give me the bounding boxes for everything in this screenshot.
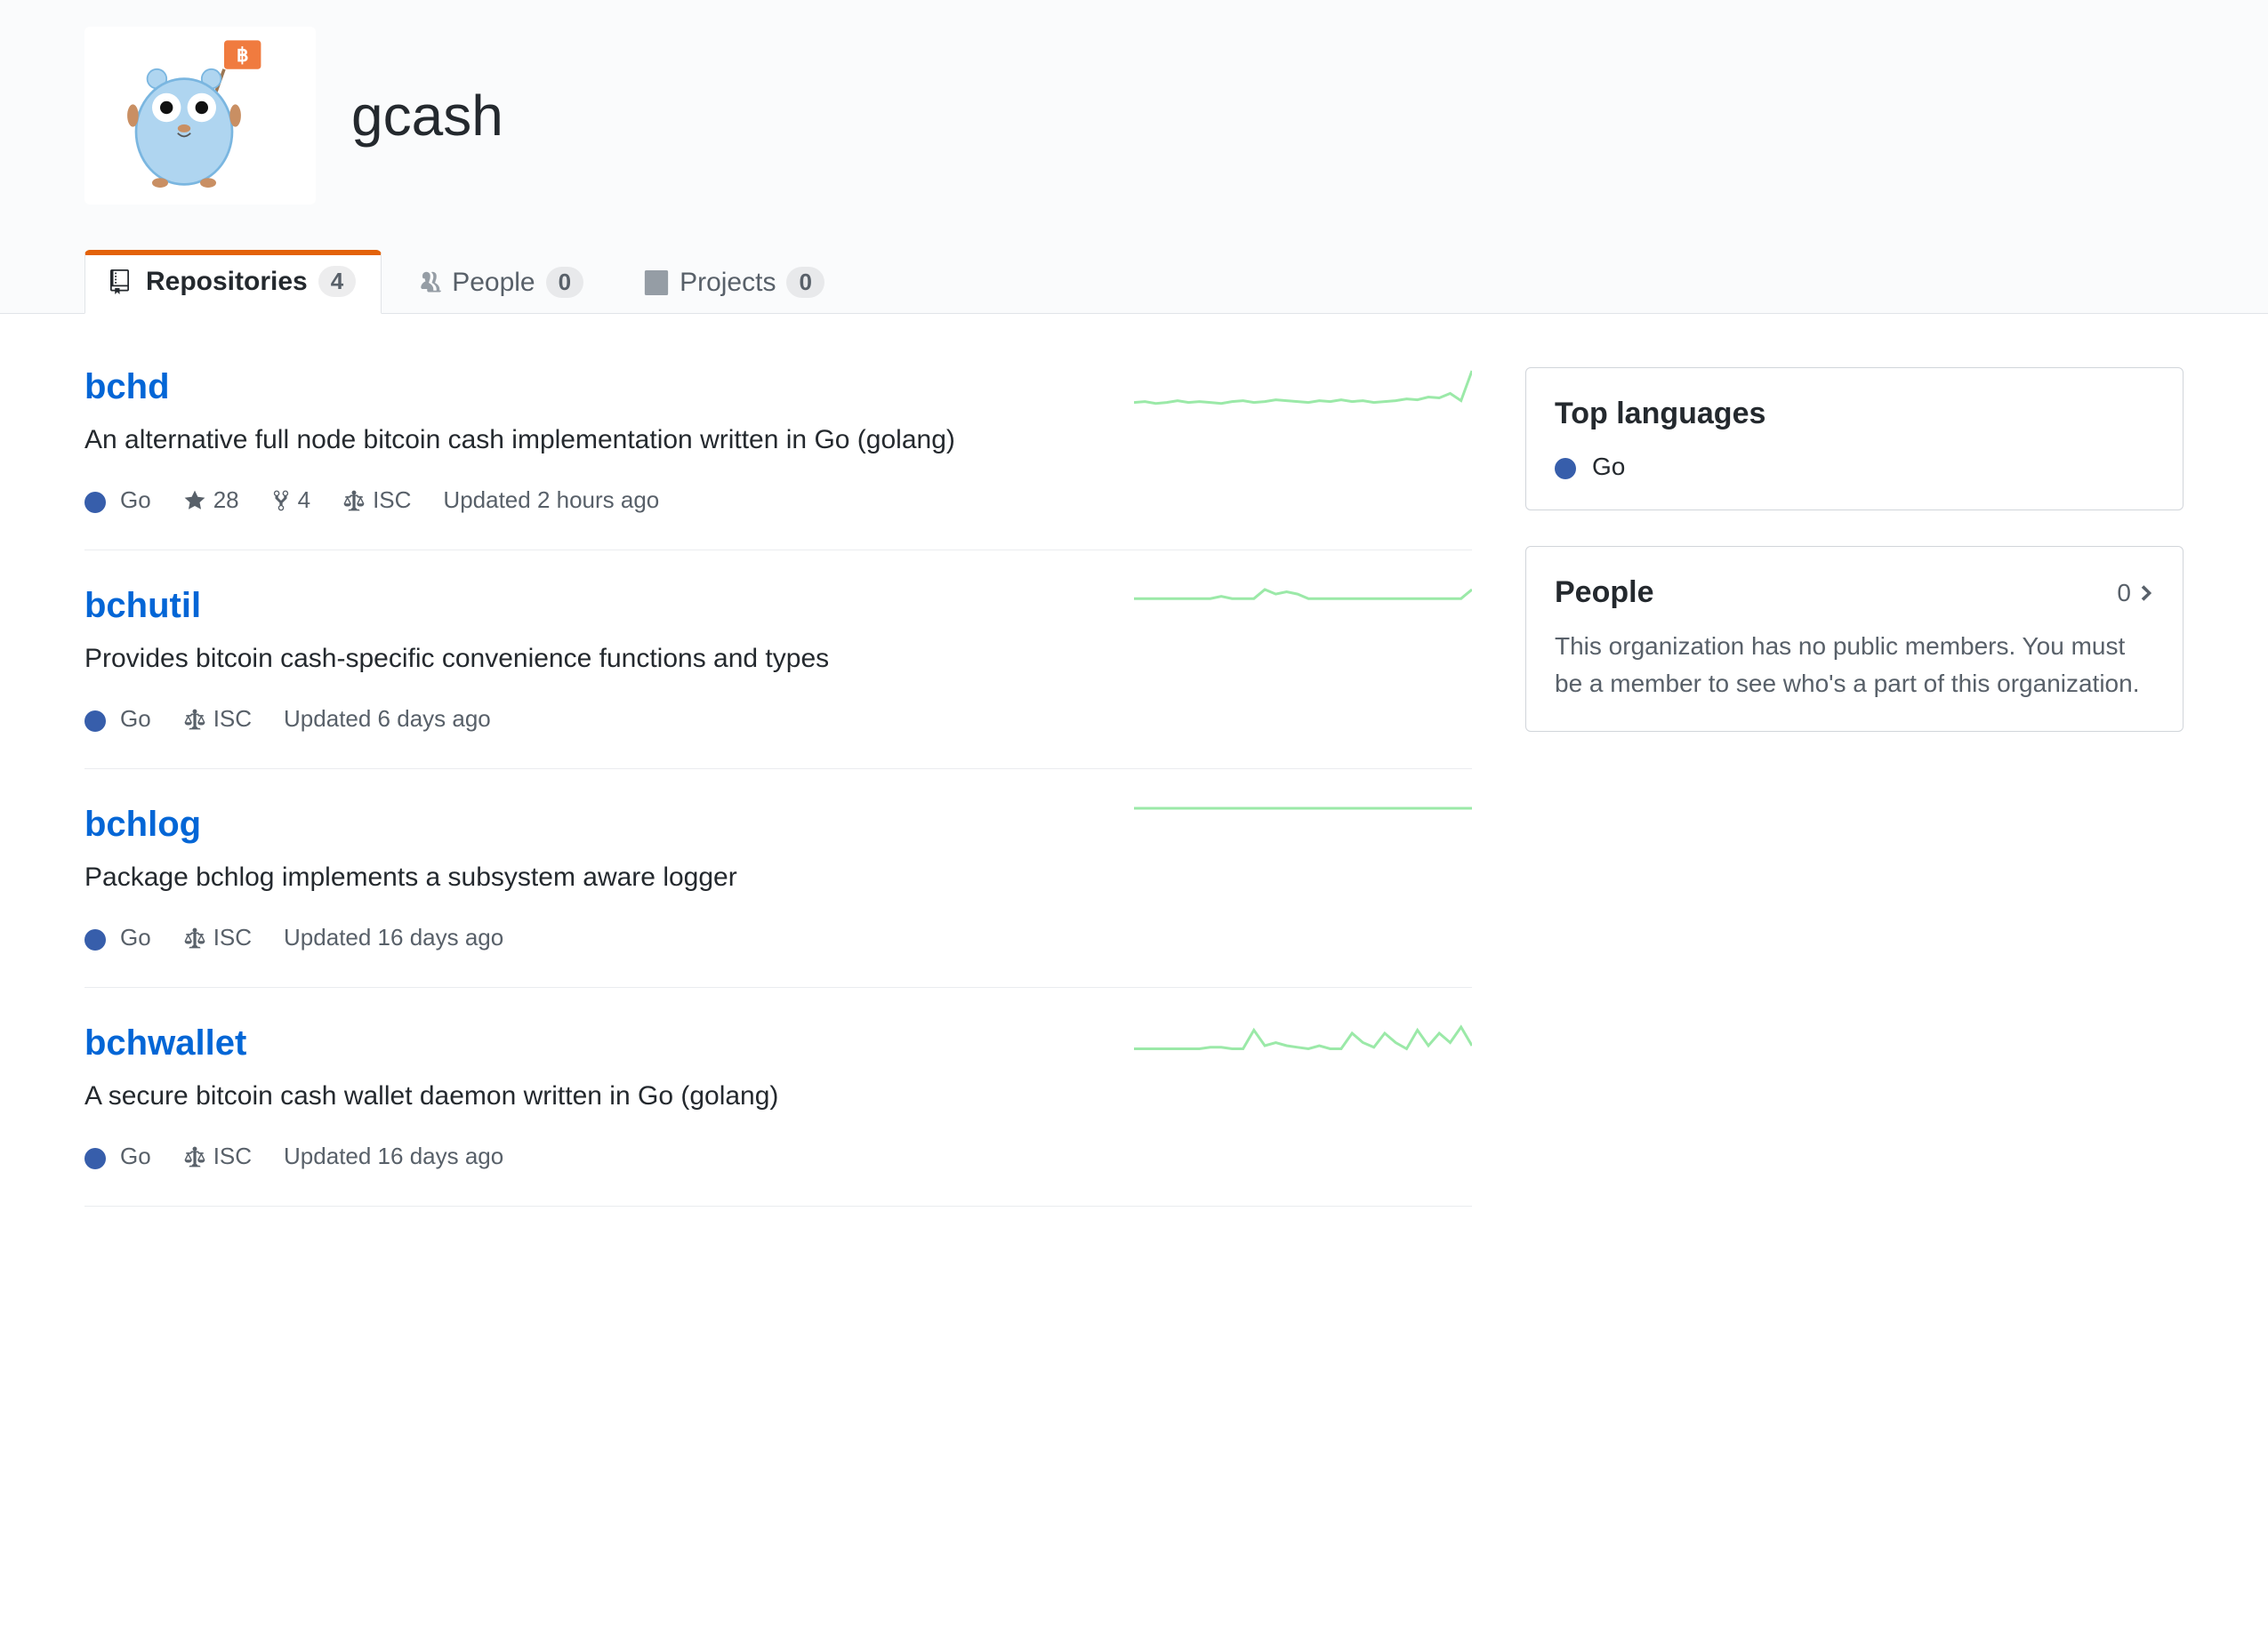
people-icon (416, 270, 441, 295)
language-dot (84, 1148, 106, 1169)
box-title: People (1555, 575, 1653, 610)
repo-license: ISC (183, 1143, 252, 1170)
language-dot (84, 710, 106, 732)
law-icon (342, 489, 366, 512)
repo-icon (110, 269, 135, 294)
svg-text:฿: ฿ (237, 44, 249, 66)
repo-forks[interactable]: 4 (271, 486, 310, 514)
chevron-right-icon (2138, 581, 2154, 606)
repo-description: Provides bitcoin cash-specific convenien… (84, 638, 1063, 678)
repo-language[interactable]: Go (84, 1143, 151, 1170)
tab-people[interactable]: People 0 (390, 250, 609, 314)
fork-icon (271, 489, 291, 512)
repo-updated: Updated 16 days ago (284, 924, 503, 951)
repo-license: ISC (342, 486, 411, 514)
repo-stars[interactable]: 28 (183, 486, 239, 514)
people-box: People 0 This organization has no public… (1525, 546, 2184, 732)
repo-meta: Go ISC Updated 16 days ago (84, 1143, 1098, 1170)
repo-meta: Go ISC Updated 6 days ago (84, 705, 1098, 733)
repo-item: bchd An alternative full node bitcoin cas… (84, 367, 1472, 550)
activity-sparkline (1134, 367, 1472, 421)
people-count: 0 (2117, 579, 2131, 607)
repo-license: ISC (183, 924, 252, 951)
repo-language[interactable]: Go (84, 486, 151, 514)
star-icon (183, 489, 206, 512)
tab-label: Repositories (146, 267, 308, 297)
language-item[interactable]: Go (1555, 453, 2154, 481)
tab-projects[interactable]: Projects 0 (618, 250, 850, 314)
repo-item: bchlog Package bchlog implements a subsys… (84, 769, 1472, 988)
law-icon (183, 708, 206, 731)
repo-description: A secure bitcoin cash wallet daemon writ… (84, 1076, 1063, 1116)
repo-language[interactable]: Go (84, 924, 151, 951)
language-name: Go (1592, 453, 1625, 481)
repo-name-link[interactable]: bchwallet (84, 1023, 246, 1063)
activity-sparkline (1134, 1023, 1472, 1077)
repo-updated: Updated 2 hours ago (443, 486, 659, 514)
tab-count: 0 (786, 267, 824, 298)
org-avatar[interactable]: ฿ (84, 27, 316, 205)
sidebar: Top languages Go People 0 This organizat… (1525, 367, 2184, 1207)
tab-count: 0 (546, 267, 583, 298)
repo-name-link[interactable]: bchutil (84, 586, 201, 626)
org-name: gcash (351, 83, 503, 148)
repo-name-link[interactable]: bchlog (84, 805, 201, 845)
activity-sparkline (1134, 805, 1472, 858)
top-languages-box: Top languages Go (1525, 367, 2184, 510)
box-title: Top languages (1555, 397, 2154, 431)
repo-name-link[interactable]: bchd (84, 367, 170, 407)
language-dot (1555, 458, 1576, 479)
repo-meta: Go ISC Updated 16 days ago (84, 924, 1098, 951)
law-icon (183, 927, 206, 950)
org-tabs: Repositories 4 People 0 Projects 0 (84, 249, 2184, 313)
repo-language[interactable]: Go (84, 705, 151, 733)
language-dot (84, 929, 106, 951)
tab-label: Projects (680, 268, 776, 298)
repo-license: ISC (183, 705, 252, 733)
repo-item: bchwallet A secure bitcoin cash wallet da… (84, 988, 1472, 1207)
repo-updated: Updated 6 days ago (284, 705, 491, 733)
repo-meta: Go 28 4 ISC Updated 2 hours ago (84, 486, 1098, 514)
repo-description: An alternative full node bitcoin cash im… (84, 420, 1063, 460)
tab-count: 4 (318, 266, 356, 297)
repo-list: bchd An alternative full node bitcoin cas… (84, 367, 1472, 1207)
repo-updated: Updated 16 days ago (284, 1143, 503, 1170)
people-body: This organization has no public members.… (1555, 628, 2154, 702)
repo-item: bchutil Provides bitcoin cash-specific co… (84, 550, 1472, 769)
activity-sparkline (1134, 586, 1472, 639)
language-dot (84, 492, 106, 513)
repo-description: Package bchlog implements a subsystem aw… (84, 857, 1063, 897)
tab-repositories[interactable]: Repositories 4 (84, 250, 382, 314)
tab-label: People (452, 268, 535, 298)
people-count-link[interactable]: 0 (2117, 579, 2154, 607)
project-icon (644, 270, 669, 295)
law-icon (183, 1145, 206, 1168)
